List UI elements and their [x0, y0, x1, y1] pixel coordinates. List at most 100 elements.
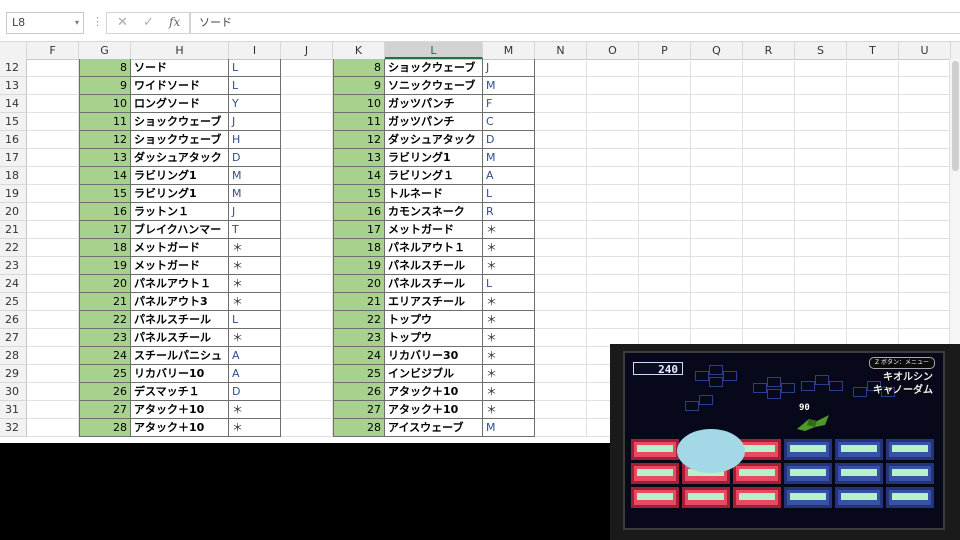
column-header-q[interactable]: Q — [691, 42, 743, 59]
cell-j[interactable] — [281, 59, 333, 77]
cell-h[interactable]: ラビリング1 — [131, 167, 229, 185]
cell-l[interactable]: パネルスチール — [385, 275, 483, 293]
row-header[interactable]: 16 — [0, 131, 27, 149]
cell-h[interactable]: デスマッチ１ — [131, 383, 229, 401]
cell-s[interactable] — [795, 239, 847, 257]
cell-m[interactable]: F — [483, 95, 535, 113]
cell-n[interactable] — [535, 329, 587, 347]
cell-m[interactable]: M — [483, 149, 535, 167]
cell-s[interactable] — [795, 185, 847, 203]
column-header-t[interactable]: T — [847, 42, 899, 59]
cell-g[interactable]: 22 — [79, 311, 131, 329]
cell-n[interactable] — [535, 221, 587, 239]
cell-u[interactable] — [899, 203, 951, 221]
cell-l[interactable]: ラビリング１ — [385, 167, 483, 185]
cell-k[interactable]: 28 — [333, 419, 385, 437]
row-header[interactable]: 22 — [0, 239, 27, 257]
row-header[interactable]: 25 — [0, 293, 27, 311]
cell-m[interactable]: R — [483, 203, 535, 221]
cell-r[interactable] — [743, 221, 795, 239]
cell-u[interactable] — [899, 311, 951, 329]
row-header[interactable]: 24 — [0, 275, 27, 293]
cell-h[interactable]: パネルスチール — [131, 329, 229, 347]
cell-l[interactable]: アタック＋10 — [385, 383, 483, 401]
cell-k[interactable]: 22 — [333, 311, 385, 329]
cell-u[interactable] — [899, 293, 951, 311]
cell-k[interactable]: 27 — [333, 401, 385, 419]
cell-i[interactable]: ＊ — [229, 419, 281, 437]
cell-t[interactable] — [847, 167, 899, 185]
cell-j[interactable] — [281, 293, 333, 311]
cell-l[interactable]: リカバリー30 — [385, 347, 483, 365]
cell-s[interactable] — [795, 149, 847, 167]
cell-t[interactable] — [847, 59, 899, 77]
column-header-m[interactable]: M — [483, 42, 535, 59]
cell-f[interactable] — [27, 77, 79, 95]
cell-k[interactable]: 18 — [333, 239, 385, 257]
cell-u[interactable] — [899, 275, 951, 293]
cell-i[interactable]: D — [229, 149, 281, 167]
cell-t[interactable] — [847, 149, 899, 167]
cell-h[interactable]: メットガード — [131, 257, 229, 275]
cell-j[interactable] — [281, 203, 333, 221]
row-header[interactable]: 27 — [0, 329, 27, 347]
cell-k[interactable]: 8 — [333, 59, 385, 77]
cell-p[interactable] — [639, 113, 691, 131]
cell-o[interactable] — [587, 293, 639, 311]
cell-r[interactable] — [743, 95, 795, 113]
cell-m[interactable]: ＊ — [483, 401, 535, 419]
column-header-k[interactable]: K — [333, 42, 385, 59]
cell-q[interactable] — [691, 203, 743, 221]
cell-j[interactable] — [281, 419, 333, 437]
cell-n[interactable] — [535, 131, 587, 149]
cell-n[interactable] — [535, 347, 587, 365]
row-header[interactable]: 20 — [0, 203, 27, 221]
cell-p[interactable] — [639, 275, 691, 293]
cell-q[interactable] — [691, 77, 743, 95]
row-header[interactable]: 15 — [0, 113, 27, 131]
cell-m[interactable]: L — [483, 275, 535, 293]
cell-q[interactable] — [691, 239, 743, 257]
cell-l[interactable]: インビジブル — [385, 365, 483, 383]
cell-f[interactable] — [27, 185, 79, 203]
cell-f[interactable] — [27, 311, 79, 329]
cell-k[interactable]: 21 — [333, 293, 385, 311]
cell-p[interactable] — [639, 221, 691, 239]
cell-r[interactable] — [743, 149, 795, 167]
cell-q[interactable] — [691, 275, 743, 293]
cell-h[interactable]: メットガード — [131, 239, 229, 257]
cell-r[interactable] — [743, 113, 795, 131]
cell-m[interactable]: M — [483, 77, 535, 95]
row-header[interactable]: 29 — [0, 365, 27, 383]
cell-i[interactable]: J — [229, 113, 281, 131]
cell-k[interactable]: 16 — [333, 203, 385, 221]
cell-f[interactable] — [27, 401, 79, 419]
cell-g[interactable]: 15 — [79, 185, 131, 203]
cell-f[interactable] — [27, 113, 79, 131]
cell-m[interactable]: A — [483, 167, 535, 185]
cell-m[interactable]: ＊ — [483, 311, 535, 329]
cell-f[interactable] — [27, 293, 79, 311]
cell-l[interactable]: トップウ — [385, 329, 483, 347]
cell-q[interactable] — [691, 185, 743, 203]
cell-u[interactable] — [899, 95, 951, 113]
formula-input[interactable]: ソード — [190, 12, 960, 34]
cell-h[interactable]: ロングソード — [131, 95, 229, 113]
cell-n[interactable] — [535, 185, 587, 203]
cell-h[interactable]: ラビリング1 — [131, 185, 229, 203]
cell-n[interactable] — [535, 311, 587, 329]
cell-q[interactable] — [691, 311, 743, 329]
cell-q[interactable] — [691, 59, 743, 77]
cell-o[interactable] — [587, 185, 639, 203]
cell-m[interactable]: ＊ — [483, 365, 535, 383]
cell-u[interactable] — [899, 239, 951, 257]
cancel-icon[interactable]: ✕ — [117, 15, 128, 30]
cell-o[interactable] — [587, 257, 639, 275]
cell-p[interactable] — [639, 77, 691, 95]
row-header[interactable]: 26 — [0, 311, 27, 329]
cell-i[interactable]: ＊ — [229, 329, 281, 347]
cell-n[interactable] — [535, 167, 587, 185]
drag-handle-icon[interactable]: ⋮ — [92, 15, 103, 28]
cell-o[interactable] — [587, 167, 639, 185]
cell-k[interactable]: 14 — [333, 167, 385, 185]
